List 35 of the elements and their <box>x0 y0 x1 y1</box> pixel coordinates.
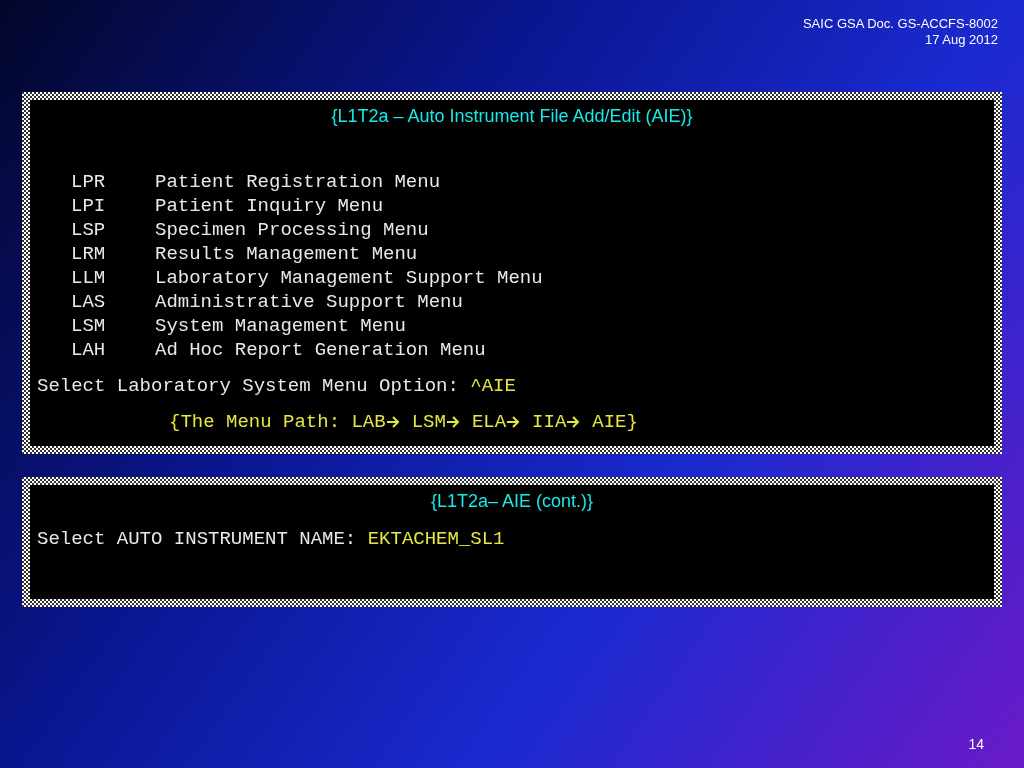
menu-code: LAH <box>71 338 107 362</box>
menu-label: System Management Menu <box>155 314 406 338</box>
menu-label: Administrative Support Menu <box>155 290 463 314</box>
menu-path-step: LAB <box>351 410 386 434</box>
menu-code: LPR <box>71 170 107 194</box>
menu-path-step: LSM <box>411 410 446 434</box>
menu-path-step: IIA <box>532 410 567 434</box>
menu-code: LSM <box>71 314 107 338</box>
menu-code: LSP <box>71 218 107 242</box>
prompt-value: EKTACHEM_SL1 <box>367 527 505 551</box>
panel-title: {L1T2a– AIE (cont.)} <box>429 490 595 513</box>
menu-code: LLM <box>71 266 107 290</box>
menu-label: Ad Hoc Report Generation Menu <box>155 338 486 362</box>
menu-code: LPI <box>71 194 107 218</box>
menu-label: Results Management Menu <box>155 242 418 266</box>
page-number: 14 <box>968 736 984 752</box>
arrow-icon <box>385 415 400 429</box>
menu-code: LRM <box>71 242 107 266</box>
prompt-value: ^AIE <box>470 374 516 398</box>
menu-path-step: ELA <box>471 410 507 434</box>
panel-title: {L1T2a – Auto Instrument File Add/Edit (AIE)} <box>330 105 694 128</box>
menu-label: Specimen Processing Menu <box>155 218 429 242</box>
document-date: 17 Aug 2012 <box>923 32 998 48</box>
menu-label: Patient Registration Menu <box>155 170 441 194</box>
menu-path-step: AIE} <box>592 410 638 434</box>
arrow-icon <box>506 415 521 429</box>
arrow-icon <box>445 415 460 429</box>
menu-label: Laboratory Management Support Menu <box>155 266 543 290</box>
menu-code: LAS <box>71 290 107 314</box>
menu-label: Patient Inquiry Menu <box>155 194 384 218</box>
menu-path-label: {The Menu Path: <box>169 410 342 434</box>
document-id: SAIC GSA Doc. GS-ACCFS-8002 <box>802 16 998 32</box>
prompt-label: Select AUTO INSTRUMENT NAME: <box>37 527 358 551</box>
arrow-icon <box>566 415 581 429</box>
prompt-label: Select Laboratory System Menu Option: <box>37 374 460 398</box>
